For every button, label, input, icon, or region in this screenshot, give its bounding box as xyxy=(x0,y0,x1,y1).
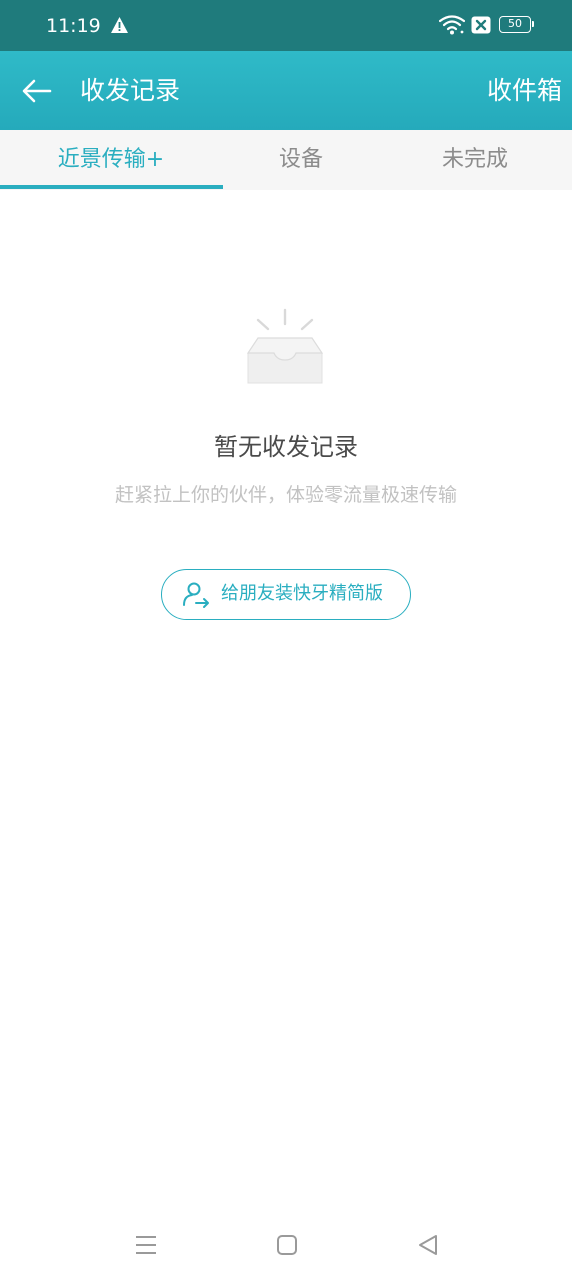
tab-unfinished[interactable]: 未完成 xyxy=(364,130,572,190)
share-app-button[interactable]: 给朋友装快牙精简版 xyxy=(161,569,411,620)
tab-nearby-transfer[interactable]: 近景传输+ xyxy=(0,130,222,190)
app-header: 收发记录 收件箱 xyxy=(0,51,572,130)
wifi-icon xyxy=(439,15,465,35)
empty-state-title: 暂无收发记录 xyxy=(214,433,358,461)
warning-icon xyxy=(111,17,128,33)
battery-icon: 50 xyxy=(499,16,534,33)
active-tab-indicator xyxy=(0,185,223,189)
back-triangle-icon[interactable] xyxy=(416,1233,440,1257)
status-bar: 11:19 50 xyxy=(0,0,572,51)
tab-bar: 近景传输+ 设备 未完成 xyxy=(0,130,572,190)
back-arrow-icon[interactable] xyxy=(22,77,52,105)
share-app-label: 给朋友装快牙精简版 xyxy=(221,583,383,604)
menu-icon[interactable] xyxy=(133,1233,159,1257)
page-title: 收发记录 xyxy=(80,76,181,105)
inbox-button[interactable]: 收件箱 xyxy=(487,75,562,107)
empty-inbox-icon xyxy=(246,308,324,384)
system-nav-bar xyxy=(0,1210,572,1280)
share-user-icon xyxy=(183,582,209,608)
empty-state-subtitle: 赶紧拉上你的伙伴，体验零流量极速传输 xyxy=(114,484,457,506)
home-icon[interactable] xyxy=(275,1233,299,1257)
status-time: 11:19 xyxy=(46,15,101,37)
x-box-icon xyxy=(471,16,491,34)
